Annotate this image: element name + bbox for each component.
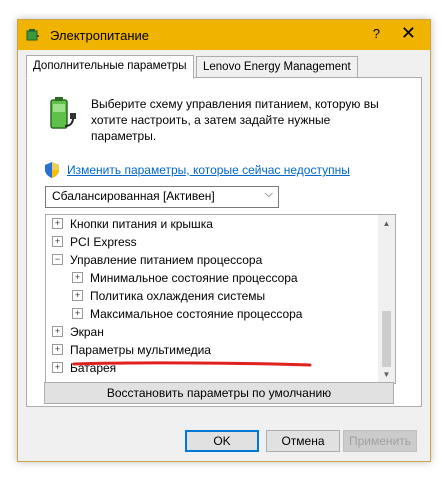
tree-item-multimedia[interactable]: + Параметры мультимедиа [52, 341, 211, 359]
change-unavailable-settings-link[interactable]: Изменить параметры, которые сейчас недос… [67, 163, 350, 177]
red-annotation-underline [72, 361, 312, 367]
tab-lenovo-energy-management[interactable]: Lenovo Energy Management [196, 56, 358, 79]
tree-item-label: Кнопки питания и крышка [70, 217, 213, 231]
tree-item-display[interactable]: + Экран [52, 323, 104, 341]
restore-defaults-button[interactable]: Восстановить параметры по умолчанию [44, 382, 394, 404]
expand-icon[interactable]: + [52, 326, 63, 338]
battery-plug-icon [50, 97, 76, 129]
tree-item-label: PCI Express [70, 235, 137, 249]
tree-scrollbar[interactable]: ▲ ▼ [378, 215, 395, 383]
tree-item-processor-power-management[interactable]: − Управление питанием процессора [52, 251, 262, 269]
expand-icon[interactable]: + [52, 236, 63, 248]
description-text: Выберите схему управления питанием, кото… [91, 97, 379, 143]
expand-icon[interactable]: + [72, 290, 83, 302]
tree-item-max-processor-state[interactable]: + Максимальное состояние процессора [72, 305, 302, 323]
power-options-icon [26, 29, 39, 41]
help-button[interactable]: ? [373, 26, 380, 41]
power-options-dialog: Электропитание ? ✕ Дополнительные параме… [17, 19, 431, 462]
ok-button[interactable]: OK [185, 430, 259, 452]
cancel-button[interactable]: Отмена [266, 430, 340, 452]
advanced-settings-panel: Выберите схему управления питанием, кото… [26, 77, 422, 407]
tree-item-label: Управление питанием процессора [70, 253, 263, 267]
tab-advanced-settings[interactable]: Дополнительные параметры [26, 55, 194, 79]
tree-item-label: Максимальное состояние процессора [90, 307, 303, 321]
tree-item-label: Минимальное состояние процессора [90, 271, 298, 285]
close-button[interactable]: ✕ [401, 23, 416, 44]
scroll-up-arrow-icon[interactable]: ▲ [378, 215, 395, 232]
apply-button[interactable]: Применить [343, 430, 417, 452]
collapse-icon[interactable]: − [52, 254, 63, 266]
expand-icon[interactable]: + [72, 308, 83, 320]
chevron-down-icon: ⌵ [264, 188, 273, 200]
expand-icon[interactable]: + [52, 362, 63, 374]
expand-icon[interactable]: + [52, 218, 63, 230]
window-title: Электропитание [50, 28, 149, 43]
scroll-down-arrow-icon[interactable]: ▼ [378, 366, 395, 383]
expand-icon[interactable]: + [52, 344, 63, 356]
power-plan-select[interactable]: Сбалансированная [Активен] ⌵ [45, 186, 279, 208]
title-bar[interactable]: Электропитание ? ✕ [18, 20, 430, 50]
tree-item-label: Политика охлаждения системы [90, 289, 266, 303]
tree-item-label: Экран [70, 325, 104, 339]
scroll-thumb[interactable] [382, 311, 391, 367]
power-plan-value: Сбалансированная [Активен] [52, 189, 215, 203]
expand-icon[interactable]: + [72, 272, 83, 284]
uac-shield-icon [45, 162, 59, 178]
settings-tree[interactable]: + Кнопки питания и крышка + PCI Express − У… [45, 214, 396, 384]
tree-item-power-buttons[interactable]: + Кнопки питания и крышка [52, 215, 213, 233]
tree-item-cooling-policy[interactable]: + Политика охлаждения системы [72, 287, 265, 305]
tree-item-label: Параметры мультимедиа [70, 343, 211, 357]
tree-item-min-processor-state[interactable]: + Минимальное состояние процессора [72, 269, 298, 287]
tree-item-pci-express[interactable]: + PCI Express [52, 233, 137, 251]
